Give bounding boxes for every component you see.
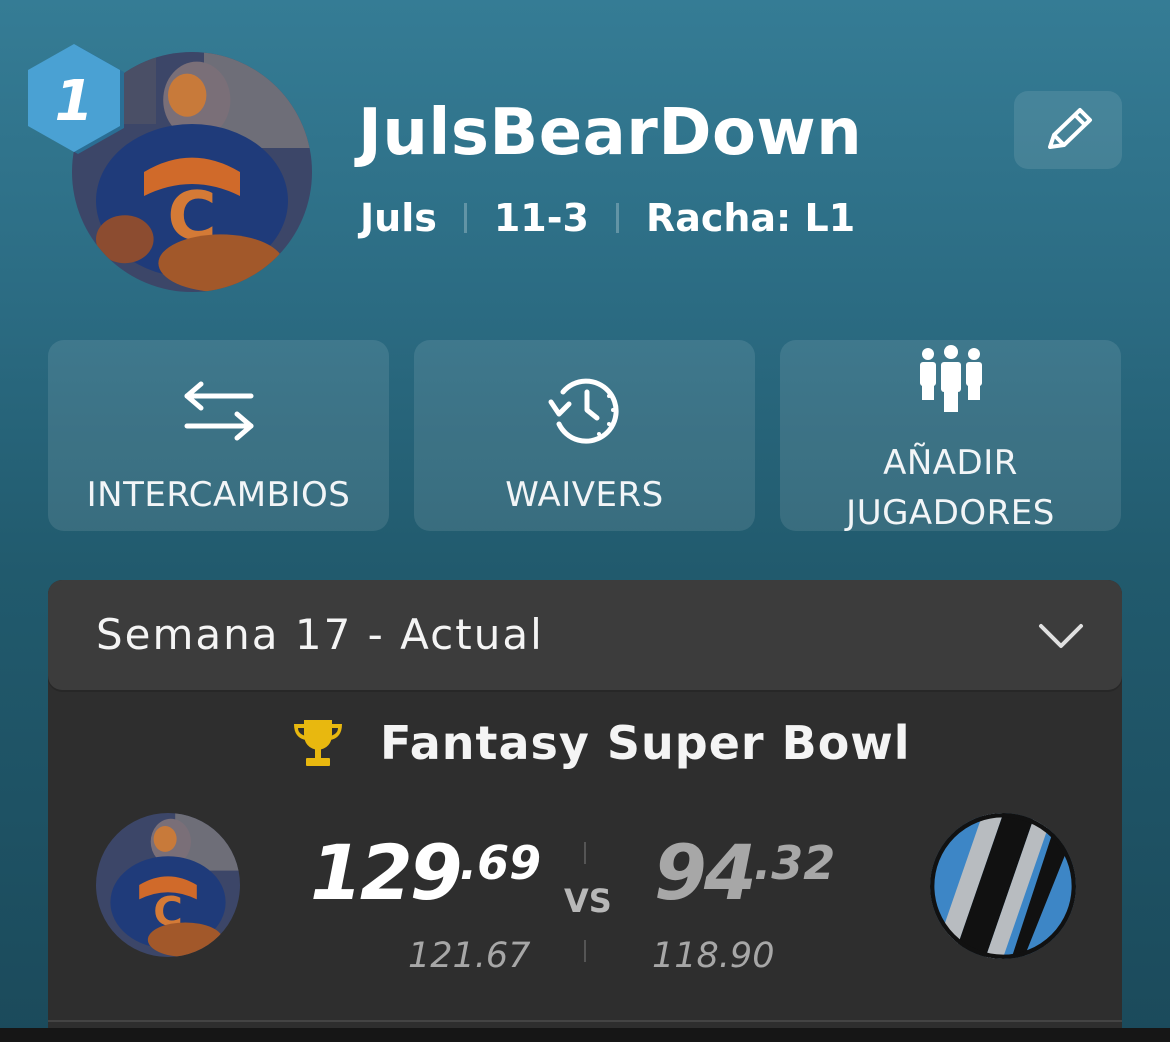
vs-divider — [584, 842, 586, 864]
swap-arrows-icon — [181, 376, 257, 446]
vs-label: VS — [564, 882, 612, 920]
rank-badge: 1 — [24, 42, 132, 160]
edit-button[interactable] — [1014, 91, 1122, 169]
week-label: Semana 17 - Actual — [96, 610, 544, 659]
clock-refresh-icon — [545, 370, 625, 450]
vs-divider — [584, 940, 586, 962]
meta-divider — [615, 203, 619, 233]
away-projection: 118.90 — [652, 936, 775, 976]
trophy-icon — [294, 720, 342, 766]
pencil-icon — [1048, 108, 1092, 149]
team-record: 11-3 — [493, 196, 589, 240]
meta-divider — [463, 203, 467, 233]
add-players-label: AÑADIR JUGADORES — [846, 443, 1055, 533]
rank-number: 1 — [54, 68, 94, 134]
waivers-label: WAIVERS — [505, 475, 664, 515]
home-team-avatar[interactable]: C — [96, 813, 240, 957]
trades-label: INTERCAMBIOS — [86, 475, 351, 515]
group-people-icon — [916, 344, 986, 414]
away-team-logo[interactable] — [930, 813, 1076, 959]
chevron-down-icon — [1039, 624, 1083, 648]
matchup-title: Fantasy Super Bowl — [380, 716, 911, 770]
away-score-whole: 94 — [654, 828, 757, 917]
home-score-whole: 129 — [310, 828, 463, 917]
away-score: 94.32 — [654, 828, 835, 917]
team-streak: Racha: L1 — [645, 196, 856, 240]
home-score: 129.69 — [310, 828, 541, 917]
waivers-button[interactable]: WAIVERS — [414, 340, 755, 531]
week-selector[interactable]: Semana 17 - Actual — [48, 580, 1122, 690]
home-projection: 121.67 — [408, 936, 531, 976]
bottom-edge — [0, 1028, 1170, 1042]
add-players-button[interactable]: AÑADIR JUGADORES — [780, 340, 1121, 533]
card-divider — [48, 1020, 1122, 1022]
away-score-decimal: .32 — [753, 836, 836, 890]
matchup-card[interactable]: Semana 17 - Actual Fantasy Super Bowl C … — [48, 580, 1122, 1042]
owner-name: Juls — [360, 196, 437, 240]
home-score-decimal: .69 — [459, 836, 542, 890]
team-meta: Juls 11-3 Racha: L1 — [360, 196, 855, 240]
team-name: JulsBearDown — [358, 96, 863, 170]
trades-button[interactable]: INTERCAMBIOS — [48, 340, 389, 531]
